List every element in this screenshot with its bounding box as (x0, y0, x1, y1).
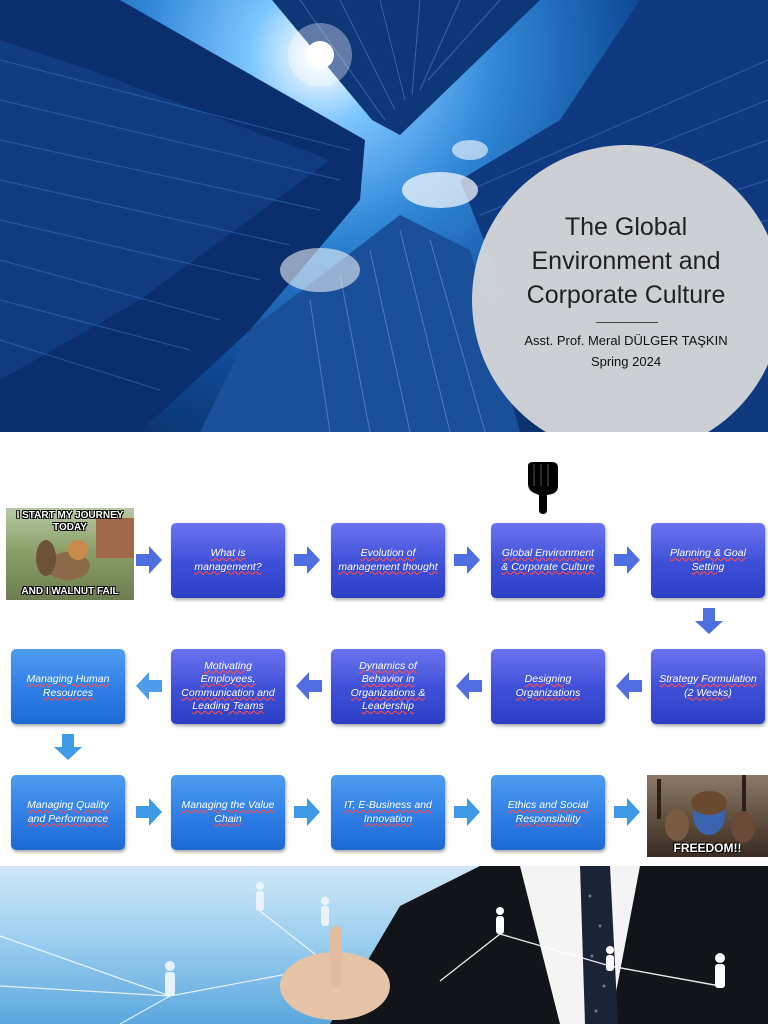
arrow-right-icon (294, 798, 320, 826)
title-slide: The Global Environment and Corporate Cul… (0, 0, 768, 432)
step-label: Dynamics of Behavior in Organizations & … (350, 659, 426, 713)
arrow-left-icon (296, 672, 322, 700)
arrow-down-icon (695, 608, 723, 634)
arrow-right-icon (614, 546, 640, 574)
step-label: Managing the Value Chain (181, 799, 275, 825)
slide-title: The Global Environment and Corporate Cul… (480, 210, 768, 312)
network-slide (0, 866, 768, 1024)
arrow-right-icon (614, 798, 640, 826)
meme-bottom-text: AND I WALNUT FAIL (21, 586, 119, 597)
step-label: Evolution of management thought (338, 547, 438, 573)
arrow-down-icon (54, 734, 82, 760)
arrow-right-icon (136, 546, 162, 574)
step-label: Planning & Goal Setting (670, 547, 746, 573)
step-managing-human-resources: Managing Human Resources (11, 649, 125, 724)
step-designing-organizations: Designing Organizations (491, 649, 605, 724)
step-label: Designing Organizations (515, 673, 581, 699)
title-line-3: Corporate Culture (526, 281, 726, 309)
arrow-left-icon (456, 672, 482, 700)
meme-freedom-image: FREEDOM!! (647, 775, 768, 857)
step-global-environment: Global Environment & Corporate Culture (491, 523, 605, 598)
author-name: Asst. Prof. Meral DÜLGER TAŞKIN (524, 333, 728, 348)
title-subtitle: Asst. Prof. Meral DÜLGER TAŞKIN Spring 2… (480, 330, 768, 372)
step-label: Motivating Employees, Communication and … (181, 659, 275, 713)
step-managing-value-chain: Managing the Value Chain (171, 775, 285, 850)
step-what-is-management: What is management? (171, 523, 285, 598)
step-label: What is management? (194, 547, 262, 573)
arrow-right-icon (454, 546, 480, 574)
arrow-right-icon (294, 546, 320, 574)
step-label: Strategy Formulation (2 Weeks) (659, 673, 757, 699)
step-motivating-employees: Motivating Employees, Communication and … (171, 649, 285, 724)
meme-freedom-text: FREEDOM!! (673, 841, 742, 855)
arrow-left-icon (136, 672, 162, 700)
step-ethics-social-responsibility: Ethics and Social Responsibility (491, 775, 605, 850)
arrow-left-icon (616, 672, 642, 700)
step-label: Managing Quality and Performance (27, 799, 109, 825)
step-label: Global Environment & Corporate Culture (501, 547, 595, 573)
step-strategy-formulation: Strategy Formulation (2 Weeks) (651, 649, 765, 724)
meme-squirrel-image: I START MY JOURNEY TODAY AND I WALNUT FA… (6, 508, 134, 600)
course-flow-slide: I START MY JOURNEY TODAY AND I WALNUT FA… (0, 432, 768, 866)
businessman-network-illustration (0, 866, 768, 1024)
arrow-right-icon (136, 798, 162, 826)
meme-top-text: I START MY JOURNEY TODAY (16, 510, 124, 533)
pointing-hand-down-icon (528, 462, 558, 514)
step-it-ebusiness-innovation: IT, E-Business and Innovation (331, 775, 445, 850)
title-line-1: The Global (564, 213, 688, 241)
step-label: Ethics and Social Responsibility (507, 799, 589, 825)
step-evolution-management-thought: Evolution of management thought (331, 523, 445, 598)
title-divider (596, 322, 658, 323)
step-planning-goal-setting: Planning & Goal Setting (651, 523, 765, 598)
step-label: IT, E-Business and Innovation (344, 799, 432, 825)
title-line-2: Environment and (531, 247, 721, 275)
step-label: Managing Human Resources (26, 673, 110, 699)
step-dynamics-of-behavior: Dynamics of Behavior in Organizations & … (331, 649, 445, 724)
step-managing-quality: Managing Quality and Performance (11, 775, 125, 850)
term-label: Spring 2024 (590, 354, 662, 369)
arrow-right-icon (454, 798, 480, 826)
